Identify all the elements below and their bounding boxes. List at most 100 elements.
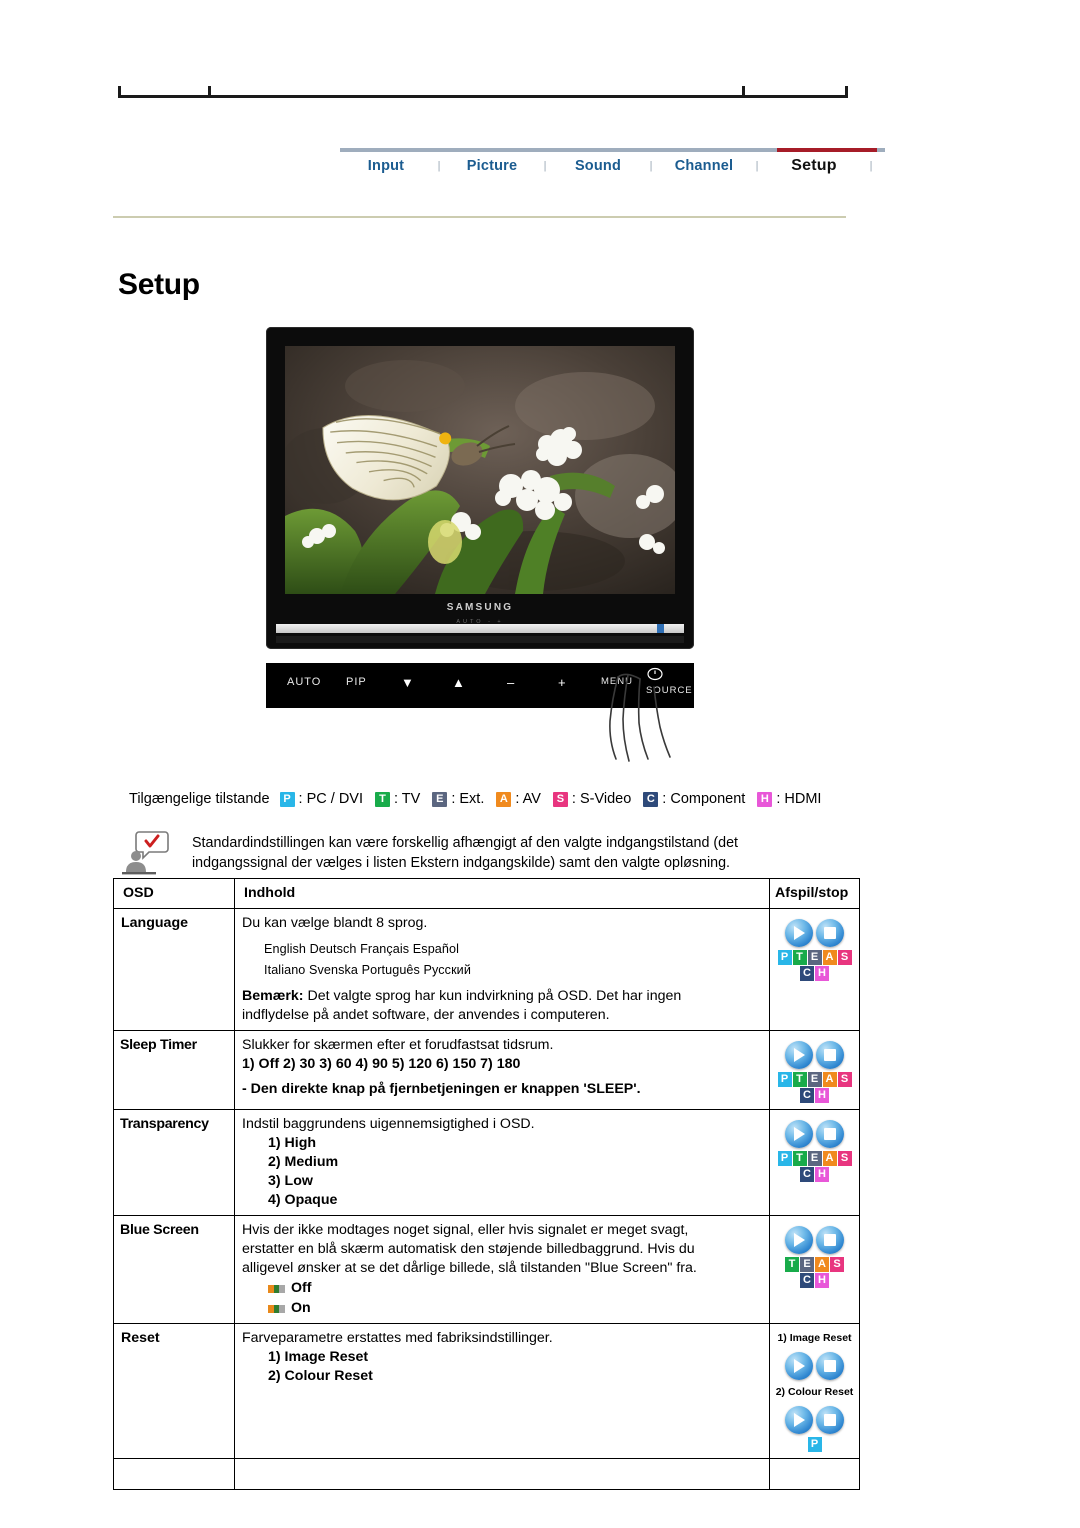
- tile-e-icon: E: [800, 1257, 814, 1272]
- hand-pointer-illustration: [609, 673, 671, 762]
- crop-mark-4: [845, 86, 848, 98]
- button-down-arrow[interactable]: ▼: [401, 675, 414, 690]
- header-afspil-stop: Afspil/stop: [769, 878, 860, 909]
- tile-c-icon: C: [800, 1167, 814, 1182]
- tile-e-icon: E: [807, 1072, 822, 1087]
- blue-screen-lead-2: erstatter en blå skærm automatisk den st…: [242, 1241, 695, 1257]
- available-modes-line: Tilgængelige tilstande P : PC / DVI T : …: [129, 791, 833, 807]
- nav-item-setup[interactable]: Setup: [764, 157, 864, 175]
- row-content-blue-screen: Hvis der ikke modtages noget signal, ell…: [234, 1215, 770, 1324]
- tile-p-icon: P: [807, 1437, 822, 1452]
- button-plus[interactable]: +: [558, 675, 566, 690]
- table-row-empty: [113, 1458, 860, 1490]
- play-icon: [785, 1406, 813, 1434]
- tile-p-icon: P: [777, 950, 792, 965]
- mode-component: C : Component: [643, 791, 745, 807]
- transparency-lead: Indstil baggrundens uigennemsigtighed i …: [242, 1116, 535, 1132]
- blue-screen-lead-1: Hvis der ikke modtages noget signal, ell…: [242, 1222, 689, 1238]
- row-content-reset: Farveparametre erstattes med fabriksinds…: [234, 1323, 770, 1459]
- nav-separator: |: [649, 160, 653, 172]
- mode-badge-c-icon: C: [643, 791, 659, 807]
- language-note-label: Bemærk:: [242, 988, 304, 1004]
- swatch-icon: [268, 1284, 285, 1293]
- sleep-timer-options: 1) Off 2) 30 3) 60 4) 90 5) 120 6) 150 7…: [242, 1056, 521, 1072]
- tile-a-icon: A: [815, 1257, 829, 1272]
- play-icon: [785, 919, 813, 947]
- tile-h-icon: H: [815, 1167, 829, 1182]
- stop-icon: [816, 1120, 844, 1148]
- mode-tv: T : TV: [375, 791, 420, 807]
- play-stop-orbs: [774, 1041, 855, 1069]
- note-text: Standardindstillingen kan være forskelli…: [192, 830, 738, 876]
- mode-pc-dvi: P : PC / DVI: [279, 791, 363, 807]
- row-badge-transparency: P T E A S C H: [769, 1109, 860, 1216]
- monitor-screen: [285, 346, 675, 594]
- tile-t-icon: T: [785, 1257, 799, 1272]
- monitor-base-strip: [276, 624, 684, 633]
- crop-mark-1: [118, 86, 121, 98]
- tile-h-icon: H: [815, 1088, 829, 1103]
- header-osd: OSD: [113, 878, 235, 909]
- mode-av: A : AV: [496, 791, 541, 807]
- mode-ext: E : Ext.: [432, 791, 484, 807]
- tile-s-icon: S: [837, 1151, 852, 1166]
- mode-tiles-row-2: C H: [774, 1167, 855, 1182]
- button-pip[interactable]: PIP: [346, 676, 367, 688]
- nav-item-input[interactable]: Input: [340, 158, 432, 174]
- button-auto[interactable]: AUTO: [287, 676, 321, 688]
- blue-screen-lead-3: alligevel ønsker at se det dårlige bille…: [242, 1260, 697, 1276]
- mode-badge-h-icon: H: [757, 791, 773, 807]
- table-row: Blue Screen Hvis der ikke modtages noget…: [113, 1215, 860, 1324]
- language-note: Bemærk: Det valgte sprog har kun indvirk…: [242, 987, 762, 1006]
- tile-e-icon: E: [807, 950, 822, 965]
- note-block: Standardindstillingen kan være forskelli…: [122, 830, 862, 876]
- reset-badge-caption-1: 1) Image Reset: [777, 1332, 852, 1344]
- monitor-base-notch: [657, 624, 664, 633]
- mode-tiles-row-2: C H: [774, 966, 855, 981]
- blue-screen-option-off-label: Off: [291, 1280, 312, 1296]
- row-label-reset: Reset: [113, 1323, 235, 1459]
- page-title: Setup: [118, 268, 200, 301]
- mode-badge-a-icon: A: [496, 791, 512, 807]
- play-stop-orbs: [774, 1120, 855, 1148]
- mode-hdmi: H : HDMI: [757, 791, 821, 807]
- transparency-option-2: 2) Medium: [268, 1154, 339, 1170]
- nav-item-sound[interactable]: Sound: [552, 158, 644, 174]
- language-lead: Du kan vælge blandt 8 sprog.: [242, 915, 428, 931]
- note-line-1: Standardindstillingen kan være forskelli…: [192, 835, 739, 851]
- crop-mark-3: [742, 86, 745, 98]
- tile-a-icon: A: [822, 1151, 837, 1166]
- play-stop-orbs: [774, 1406, 855, 1434]
- tile-h-icon: H: [815, 966, 829, 981]
- stop-icon: [816, 1406, 844, 1434]
- osd-settings-table: OSD Indhold Afspil/stop Language Du kan …: [113, 878, 860, 1490]
- row-label-language: Language: [113, 908, 235, 1031]
- crop-mark-2: [208, 86, 211, 98]
- table-row: Sleep Timer Slukker for skærmen efter et…: [113, 1030, 860, 1110]
- nav-item-picture[interactable]: Picture: [446, 158, 538, 174]
- tile-t-icon: T: [792, 950, 807, 965]
- nav-item-channel[interactable]: Channel: [658, 158, 750, 174]
- sleep-timer-lead: Slukker for skærmen efter et forudfastsa…: [242, 1037, 554, 1053]
- stop-icon: [816, 1226, 844, 1254]
- mode-tiles-row-1: P T E A S: [774, 1151, 855, 1166]
- monitor-brand-label: SAMSUNG: [446, 602, 514, 613]
- language-list-line-2: Italiano Svenska Português Русский: [264, 963, 471, 977]
- mode-label-pc-dvi: : PC / DVI: [298, 791, 363, 807]
- tile-p-icon: P: [777, 1151, 792, 1166]
- button-minus[interactable]: –: [507, 675, 514, 690]
- play-stop-orbs: [774, 1226, 855, 1254]
- row-label-sleep-timer: Sleep Timer: [113, 1030, 235, 1110]
- tile-e-icon: E: [807, 1151, 822, 1166]
- sleep-timer-footnote: - Den direkte knap på fjernbetjeningen e…: [242, 1081, 641, 1097]
- mode-badge-e-icon: E: [432, 791, 448, 807]
- play-icon: [785, 1041, 813, 1069]
- play-icon: [785, 1226, 813, 1254]
- nav-separator: |: [437, 160, 441, 172]
- nav-separator: |: [869, 160, 873, 172]
- row-badge-reset: 1) Image Reset 2) Colour Reset P: [769, 1323, 860, 1459]
- stop-icon: [816, 1352, 844, 1380]
- blue-screen-option-on-label: On: [291, 1300, 311, 1316]
- button-up-arrow[interactable]: ▲: [452, 675, 465, 690]
- transparency-option-1: 1) High: [268, 1135, 317, 1151]
